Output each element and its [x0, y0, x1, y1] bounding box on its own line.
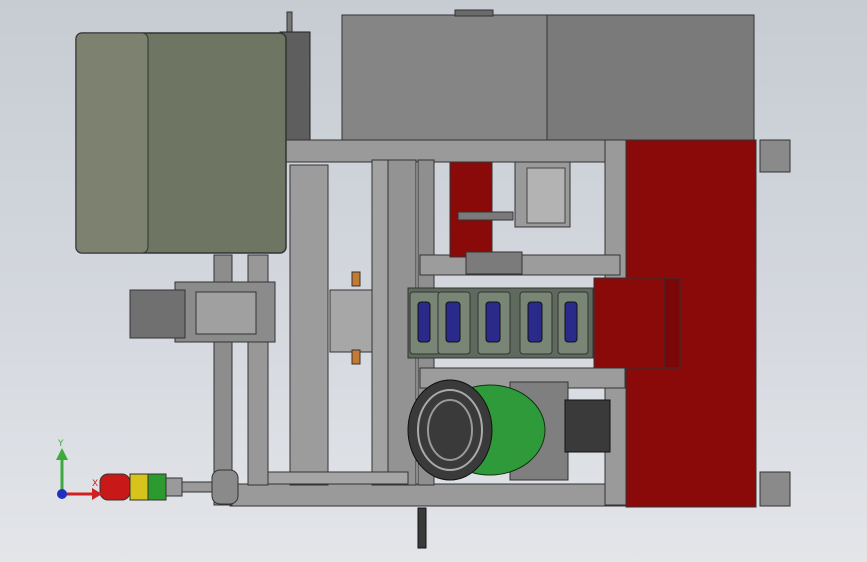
sensor-lower: [351, 349, 361, 365]
top-cabinet-left-panel: [341, 14, 548, 141]
servo-motor[interactable]: [129, 289, 186, 339]
top-cabinet-handle: [454, 9, 494, 17]
cylinder-rod: [457, 211, 514, 221]
slide-module[interactable]: [329, 289, 373, 353]
frame-post-4: [371, 159, 389, 486]
red-guard-tab: [663, 277, 681, 369]
stack-light-cap: [165, 477, 183, 497]
stack-light-yellow: [129, 473, 149, 501]
coordinate-triad: Y X: [56, 439, 102, 500]
cable-connector: [417, 507, 427, 549]
fixture-row[interactable]: [407, 287, 594, 359]
drum-face: [407, 379, 493, 481]
stack-light-base: [211, 469, 239, 505]
machine-assembly-model[interactable]: [0, 0, 867, 562]
red-column: [449, 161, 493, 258]
caster-bottom: [759, 471, 791, 507]
y-axis-label: Y: [57, 439, 64, 449]
red-guard-inset: [593, 277, 665, 369]
frame-bottom-rail: [229, 483, 631, 507]
servo-gearbox: [195, 291, 257, 335]
z-axis-dot: [57, 489, 67, 499]
slide-block-inner: [526, 167, 566, 224]
frame-top-rail: [284, 139, 606, 163]
actuator-small: [465, 251, 523, 275]
control-box-side: [75, 32, 149, 254]
frame-cross-left: [267, 471, 409, 485]
caster-top: [759, 139, 791, 173]
stack-light-green: [147, 473, 167, 501]
drum-shaft: [564, 399, 611, 453]
cad-viewport[interactable]: Y X: [0, 0, 867, 562]
frame-post-3: [289, 164, 329, 486]
sensor-upper: [351, 271, 361, 287]
x-axis-label: X: [92, 479, 98, 489]
